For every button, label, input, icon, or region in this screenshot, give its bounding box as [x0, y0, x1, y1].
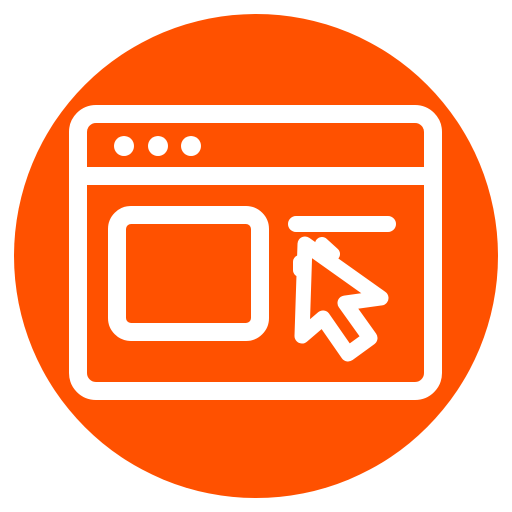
web-browser-click-icon: [0, 0, 512, 512]
window-dots-icon: [114, 136, 201, 156]
click-mark-top: [315, 237, 340, 261]
window-dot-3: [181, 136, 201, 156]
window-dot-1: [114, 136, 134, 156]
window-dot-2: [148, 136, 168, 156]
icon-svg: [14, 14, 498, 498]
